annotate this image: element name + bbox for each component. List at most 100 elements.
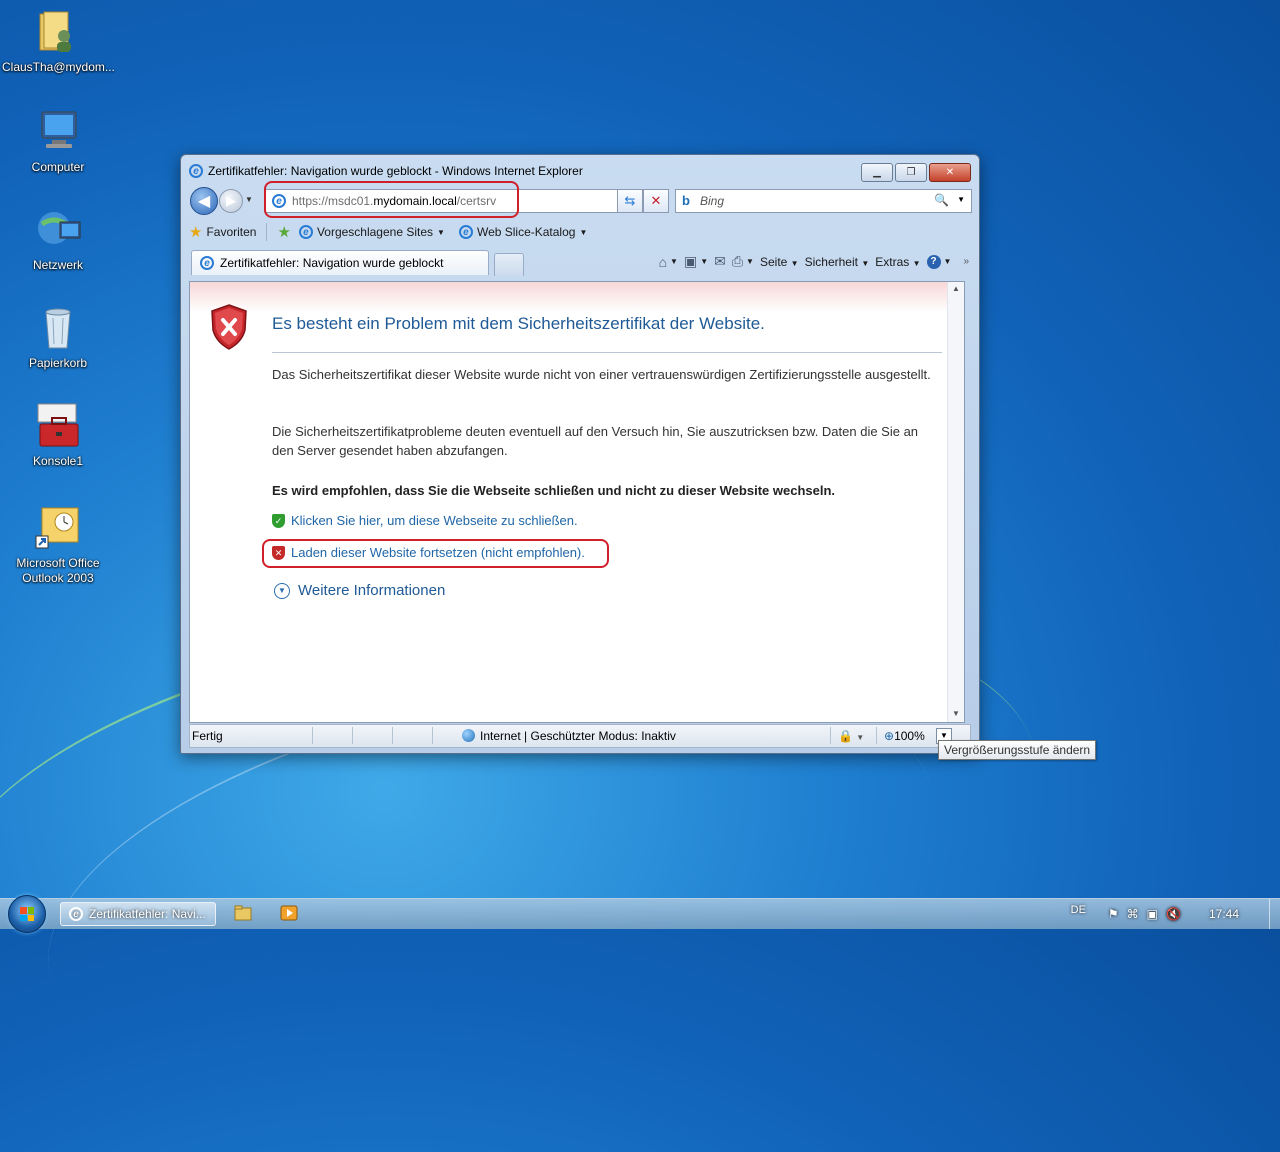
system-tray: DE ⚑ ⌘ ▣ 🔇 17:44 — [1071, 899, 1270, 929]
status-divider — [876, 727, 877, 744]
security-zone[interactable]: Internet | Geschützter Modus: Inaktiv — [462, 729, 676, 743]
desktop-icon-outlook[interactable]: Microsoft Office Outlook 2003 — [2, 504, 114, 586]
refresh-button[interactable]: ⇆ — [617, 189, 643, 213]
bing-icon: b — [682, 193, 690, 208]
favorites-separator — [266, 223, 268, 241]
home-icon[interactable]: ⌂ — [659, 254, 667, 270]
chevron-down-icon[interactable]: ▼ — [944, 257, 952, 266]
clock[interactable]: 17:44 — [1209, 907, 1239, 921]
web-slice-button[interactable]: e Web Slice-Katalog ▼ — [458, 225, 588, 239]
status-bar: Fertig Internet | Geschützter Modus: Ina… — [189, 724, 971, 748]
web-slice-label: Web Slice-Katalog — [476, 225, 576, 239]
minimize-button[interactable]: ▁ — [861, 163, 893, 182]
toolbox-icon — [34, 402, 82, 450]
tab-active[interactable]: e Zertifikatfehler: Navigation wurde geb… — [191, 250, 489, 275]
help-icon[interactable]: ? — [926, 254, 941, 269]
status-divider — [312, 727, 313, 744]
close-page-link[interactable]: ✓ Klicken Sie hier, um diese Webseite zu… — [272, 513, 578, 528]
globe-icon — [462, 729, 475, 742]
desktop-icon-console[interactable]: Konsole1 — [2, 402, 114, 469]
green-shield-icon: ✓ — [272, 513, 285, 528]
tools-menu[interactable]: Extras ▼ — [875, 255, 920, 269]
restore-button[interactable]: ❐ — [895, 163, 927, 182]
stop-button[interactable]: ✕ — [643, 189, 669, 213]
add-favorite-icon[interactable]: ★ — [277, 223, 290, 241]
feeds-icon[interactable]: ▣ — [684, 253, 697, 270]
chevron-down-icon[interactable]: ▼ — [700, 257, 708, 266]
safety-menu[interactable]: Sicherheit ▼ — [805, 255, 870, 269]
zoom-value: 100% — [894, 729, 925, 743]
more-commands-icon[interactable]: » — [963, 256, 969, 267]
desktop-icon-network[interactable]: Netzwerk — [2, 206, 114, 273]
mail-icon[interactable]: ✉ — [714, 253, 726, 270]
tab-label: Zertifikatfehler: Navigation wurde geblo… — [220, 256, 444, 270]
print-icon[interactable]: ⎙ — [732, 253, 743, 270]
chevron-down-icon: ▼ — [437, 227, 445, 237]
network-icon — [34, 206, 82, 254]
media-player-taskbar-icon[interactable] — [280, 905, 298, 921]
show-desktop-button[interactable] — [1269, 899, 1280, 929]
content-top-glow — [190, 282, 948, 312]
annotation-ring-address — [264, 181, 519, 218]
heading-divider — [272, 352, 942, 353]
forward-button[interactable]: ▶ — [219, 189, 243, 213]
start-button[interactable] — [8, 895, 46, 933]
search-options-dropdown[interactable]: ▼ — [957, 195, 965, 204]
desktop-icon-label: ClausTha@mydom... — [2, 60, 115, 74]
outlook-icon — [34, 504, 82, 552]
volume-muted-icon[interactable]: 🔇 — [1166, 907, 1181, 921]
ie-icon: e — [189, 164, 203, 178]
search-icon[interactable]: 🔍 — [934, 193, 949, 207]
network-tray-icon[interactable]: ⌘ — [1127, 907, 1139, 921]
search-box[interactable]: b Bing 🔍 ▼ — [675, 189, 972, 213]
desktop-icon-label: Microsoft Office Outlook 2003 — [16, 556, 100, 585]
favorites-label: Favoriten — [206, 225, 257, 239]
zoom-tooltip: Vergrößerungsstufe ändern — [938, 740, 1097, 760]
more-information-toggle[interactable]: ▼ Weitere Informationen — [274, 582, 445, 599]
ie-icon: e — [458, 225, 473, 239]
status-divider — [432, 727, 433, 744]
star-icon: ★ — [189, 224, 203, 241]
display-tray-icon[interactable]: ▣ — [1147, 907, 1158, 921]
desktop-icon-user-folder[interactable]: ClausTha@mydom... — [2, 8, 115, 75]
page-content: Es besteht ein Problem mit dem Sicherhei… — [189, 281, 965, 723]
desktop-icon-label: Computer — [31, 160, 85, 174]
close-window-button[interactable]: ✕ — [929, 163, 971, 182]
command-bar: ⌂ ▼ ▣ ▼ ✉ ⎙ ▼ Seite ▼ Sicherheit ▼ Extras ▼… — [659, 253, 969, 270]
suggested-sites-button[interactable]: e Vorgeschlagene Sites ▼ — [298, 225, 445, 239]
zoom-level[interactable]: ⊕100% — [884, 729, 925, 743]
security-zone-text: Internet | Geschützter Modus: Inaktiv — [480, 729, 676, 743]
scroll-up-arrow[interactable]: ▲ — [952, 284, 960, 293]
expand-circle-icon: ▼ — [274, 582, 290, 599]
taskbar-ie-task[interactable]: e Zertifikatfehler: Navi... — [60, 902, 216, 926]
new-tab-button[interactable] — [494, 253, 524, 276]
recommendation-text: Es wird empfohlen, dass Sie die Webseite… — [272, 483, 836, 498]
status-text: Fertig — [192, 729, 223, 743]
desktop-icon-computer[interactable]: Computer — [2, 108, 114, 175]
chevron-down-icon[interactable]: ▼ — [670, 257, 678, 266]
certificate-explanation: Das Sicherheitszertifikat dieser Website… — [272, 367, 931, 382]
ie-icon: e — [298, 225, 313, 239]
taskbar-task-label: Zertifikatfehler: Navi... — [89, 907, 206, 921]
favorites-bar: ★ Favoriten ★ e Vorgeschlagene Sites ▼ e… — [189, 220, 971, 244]
ie-icon: e — [200, 256, 214, 270]
language-indicator[interactable]: DE — [1071, 904, 1086, 916]
chevron-down-icon[interactable]: ▼ — [746, 257, 754, 266]
vertical-scrollbar[interactable]: ▲ ▼ — [947, 282, 964, 722]
user-folder-icon — [34, 8, 82, 56]
favorites-button[interactable]: ★ Favoriten — [189, 223, 256, 241]
recent-pages-dropdown[interactable]: ▼ — [245, 195, 253, 204]
windows-logo-icon — [20, 907, 34, 921]
computer-icon — [34, 108, 82, 156]
window-titlebar[interactable]: e Zertifikatfehler: Navigation wurde geb… — [189, 162, 869, 180]
action-center-icon[interactable]: ⚑ — [1108, 907, 1119, 921]
chevron-down-icon: ▼ — [579, 227, 588, 237]
page-menu[interactable]: Seite ▼ — [760, 255, 799, 269]
window-controls: ▁ ❐ ✕ — [861, 163, 971, 182]
back-button[interactable]: ◀ — [190, 187, 218, 215]
protected-mode-icon[interactable]: 🔒 ▼ — [838, 729, 864, 743]
explorer-taskbar-icon[interactable] — [234, 905, 252, 921]
scroll-down-arrow[interactable]: ▼ — [952, 709, 960, 718]
recycle-bin-icon — [34, 304, 82, 352]
desktop-icon-recycle-bin[interactable]: Papierkorb — [2, 304, 114, 371]
